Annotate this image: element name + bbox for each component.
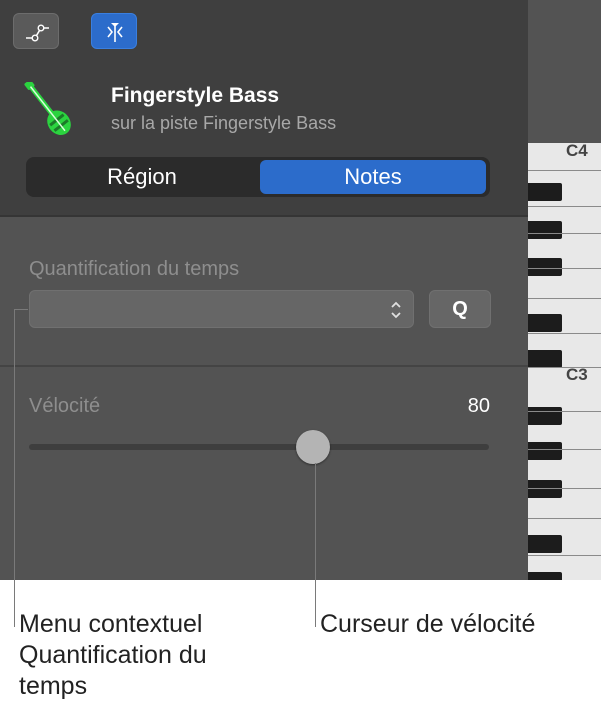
- velocity-slider-thumb[interactable]: [295, 430, 330, 464]
- key-divider: [528, 367, 601, 368]
- key-divider: [528, 233, 601, 234]
- quantize-popup-menu[interactable]: [29, 290, 414, 328]
- velocity-slider-track[interactable]: [29, 444, 489, 450]
- key-divider: [528, 518, 601, 519]
- key-divider: [528, 449, 601, 450]
- key-divider: [528, 411, 601, 412]
- automation-curve-icon: [26, 24, 49, 42]
- velocity-label: Vélocité: [29, 395, 101, 417]
- black-key[interactable]: [528, 183, 562, 201]
- black-key[interactable]: [528, 350, 562, 368]
- quantize-callout-line: [14, 309, 15, 627]
- key-divider: [528, 298, 601, 299]
- black-key[interactable]: [528, 442, 562, 460]
- track-subtitle: sur la piste Fingerstyle Bass: [111, 113, 337, 133]
- black-key[interactable]: [528, 572, 562, 580]
- inspector-header: Fingerstyle Bass sur la piste Fingerstyl…: [0, 0, 528, 217]
- black-key[interactable]: [528, 314, 562, 332]
- octave-label-c3: C3: [566, 365, 588, 384]
- bass-guitar-icon: [24, 82, 71, 136]
- key-divider: [528, 268, 601, 269]
- velocity-callout-line: [315, 463, 316, 627]
- black-key[interactable]: [528, 535, 562, 553]
- tab-region[interactable]: Région: [30, 160, 254, 194]
- piano-roll-inspector: Fingerstyle Bass sur la piste Fingerstyl…: [0, 0, 601, 580]
- velocity-slider-caption: Curseur de vélocité: [320, 610, 536, 638]
- section-divider: [0, 365, 528, 367]
- velocity-value: 80: [467, 395, 490, 417]
- octave-label-c4: C4: [566, 143, 588, 160]
- black-key[interactable]: [528, 480, 562, 498]
- key-divider: [528, 488, 601, 489]
- key-divider: [528, 333, 601, 334]
- black-key[interactable]: [528, 221, 562, 239]
- black-key[interactable]: [528, 258, 562, 276]
- tab-notes[interactable]: Notes: [260, 160, 486, 194]
- region-notes-tab-control: Région Notes: [26, 157, 490, 197]
- track-name: Fingerstyle Bass: [111, 84, 280, 107]
- catch-playhead-icon: [107, 23, 123, 42]
- key-divider: [528, 555, 601, 556]
- black-key[interactable]: [528, 407, 562, 425]
- key-divider: [528, 170, 601, 171]
- quantize-callout-line: [14, 309, 28, 310]
- quantize-label: Quantification du temps: [29, 258, 240, 280]
- key-divider: [528, 206, 601, 207]
- chevron-up-down-icon: [391, 301, 401, 319]
- automation-button[interactable]: [13, 13, 59, 49]
- piano-keyboard[interactable]: C4 C3: [528, 143, 601, 580]
- catch-playhead-button[interactable]: [91, 13, 137, 49]
- quantize-menu-caption: Menu contextuel Quantification du temps: [19, 610, 207, 700]
- quantize-button[interactable]: Q: [429, 290, 491, 328]
